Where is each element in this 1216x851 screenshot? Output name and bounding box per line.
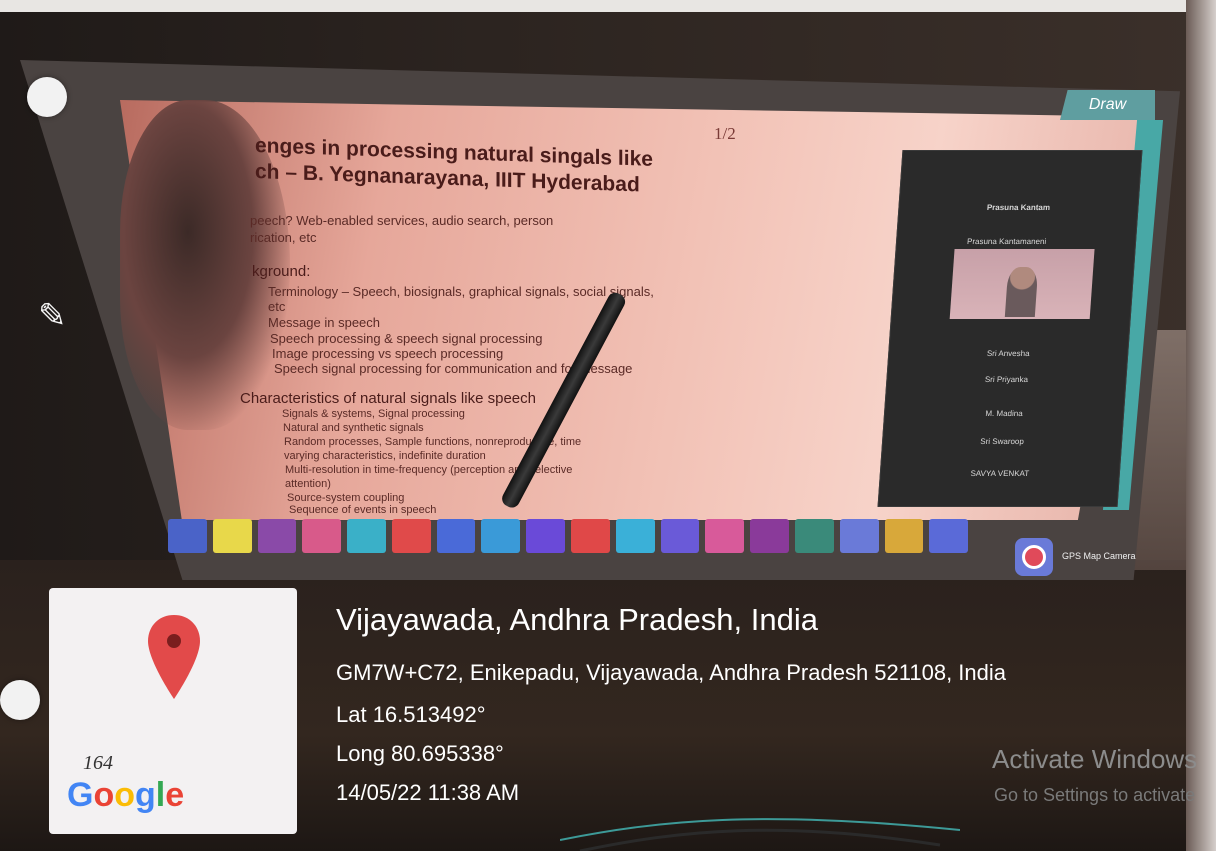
- map-thumbnail: 164 Google: [49, 588, 297, 834]
- people-icon[interactable]: [660, 519, 700, 553]
- slide-bullet: Natural and synthetic signals: [283, 422, 424, 434]
- slide-bullet: Signals & systems, Signal processing: [282, 408, 465, 420]
- google-logo: Google: [67, 776, 185, 814]
- handwritten-page-mark: 1/2: [714, 124, 736, 143]
- slide-bullet: varying characteristics, indefinite dura…: [284, 450, 486, 462]
- participant-item[interactable]: Sri Priyanka: [887, 375, 1126, 384]
- slide-characteristics-heading: Characteristics of natural signals like …: [240, 390, 536, 407]
- location-longitude: Long 80.695338°: [336, 741, 504, 766]
- participant-video[interactable]: [949, 249, 1095, 319]
- taskbar: [168, 515, 969, 557]
- folder-icon[interactable]: [481, 519, 521, 553]
- activate-windows-title: Activate Windows: [992, 744, 1198, 774]
- app3-icon[interactable]: [839, 519, 879, 553]
- slide-background-heading: kground:: [252, 263, 311, 280]
- app4-icon[interactable]: [929, 519, 969, 553]
- activate-windows-subtitle: Go to Settings to activate: [994, 785, 1196, 805]
- camera-label: Prasuna Kantamaneni: [966, 237, 1047, 246]
- link-icon[interactable]: [615, 519, 655, 553]
- map-pin-icon: [144, 613, 204, 703]
- handwritten-number: 164: [83, 752, 113, 774]
- search-icon[interactable]: [705, 519, 745, 553]
- monitor-icon[interactable]: [168, 519, 207, 553]
- location-title: Vijayawada, Andhra Pradesh, India: [336, 602, 818, 637]
- participants-panel: Prasuna Kantam Prasuna Kantamaneni Sri A…: [877, 150, 1143, 507]
- mail-icon[interactable]: [526, 519, 566, 553]
- webcam-icon[interactable]: [212, 519, 252, 553]
- record-icon[interactable]: [571, 519, 610, 553]
- grid-icon[interactable]: [391, 519, 431, 553]
- gps-app-label: GPS Map Camera: [1062, 551, 1136, 561]
- cables: [560, 818, 960, 851]
- page-edge: [1186, 0, 1216, 851]
- participant-header-name: Prasuna Kantam: [986, 203, 1051, 212]
- slide-bullet: Terminology – Speech, biosignals, graphi…: [268, 284, 654, 299]
- pen-cursor-icon: ✎: [38, 297, 67, 335]
- slide-intro-line2: rication, etc: [250, 230, 317, 245]
- settings-icon[interactable]: [884, 519, 924, 553]
- app-icon[interactable]: [257, 519, 297, 553]
- slide-bullet: Message in speech: [268, 315, 381, 330]
- app2-icon[interactable]: [750, 519, 789, 553]
- slide-bullet: Speech processing & speech signal proces…: [270, 331, 543, 346]
- participant-item[interactable]: Sri Anvesha: [889, 349, 1128, 358]
- punch-hole: [27, 77, 67, 117]
- camera-icon[interactable]: [302, 519, 342, 553]
- slide-bullet: etc: [268, 299, 286, 314]
- slide-bullet: attention): [285, 478, 331, 490]
- star-icon[interactable]: [347, 519, 386, 553]
- location-datetime: 14/05/22 11:38 AM: [336, 780, 520, 805]
- location-address: GM7W+C72, Enikepadu, Vijayawada, Andhra …: [336, 660, 1007, 685]
- slide-bullet: Source-system coupling: [287, 492, 405, 504]
- gps-map-camera-icon: [1015, 538, 1053, 576]
- participant-item[interactable]: SAVYA VENKAT: [881, 469, 1120, 478]
- participant-item[interactable]: M. Madina: [885, 409, 1124, 418]
- slide-bullet: Image processing vs speech processing: [272, 346, 504, 361]
- location-latitude: Lat 16.513492°: [336, 702, 486, 727]
- participant-item[interactable]: Sri Swaroop: [883, 437, 1122, 446]
- chrome-icon[interactable]: [794, 519, 834, 553]
- punch-hole: [0, 680, 40, 720]
- slide-intro-line1: peech? Web-enabled services, audio searc…: [250, 213, 554, 228]
- participant-person: [1004, 267, 1039, 317]
- draw-button[interactable]: Draw: [1060, 90, 1155, 120]
- window-icon[interactable]: [436, 519, 476, 553]
